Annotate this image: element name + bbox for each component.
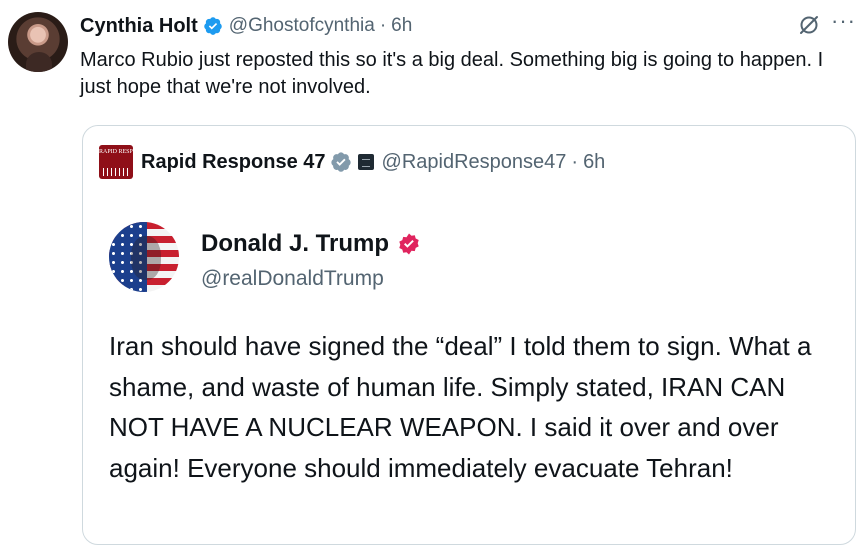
author-name[interactable]: Cynthia Holt	[80, 15, 198, 38]
gray-verified-badge-icon	[330, 152, 351, 172]
quoted-tweet-header: RAPID RESPONSE Rapid Response 47 @RapidR…	[99, 145, 605, 179]
rapid-response-logo[interactable]: RAPID RESPONSE	[99, 145, 149, 179]
tweet-actions-top: ···	[797, 10, 856, 37]
grok-icon[interactable]	[797, 13, 821, 37]
truth-post-author: Donald J. Trump	[201, 230, 421, 258]
logo-text: RAPID RESPONSE	[99, 149, 149, 155]
quoted-timestamp[interactable]: 6h	[583, 151, 605, 174]
separator-dot: ·	[571, 150, 579, 173]
quoted-tweet[interactable]: RAPID RESPONSE Rapid Response 47 @RapidR…	[82, 125, 856, 545]
author-handle[interactable]: @Ghostofcynthia	[229, 15, 375, 37]
separator-dot: ·	[379, 15, 387, 36]
truth-author-handle: @realDonaldTrump	[201, 267, 384, 290]
quoted-author-name[interactable]: Rapid Response 47	[141, 151, 326, 174]
verified-badge-icon	[204, 17, 222, 35]
quoted-author-handle[interactable]: @RapidResponse47	[382, 151, 567, 174]
truth-verified-badge-icon	[399, 233, 419, 255]
timestamp[interactable]: 6h	[391, 15, 412, 37]
tweet-text: Marco Rubio just reposted this so it's a…	[80, 49, 824, 98]
trump-avatar	[109, 222, 179, 292]
tweet-header: Cynthia Holt @Ghostofcynthia · 6h	[80, 13, 412, 39]
avatar[interactable]	[8, 12, 68, 72]
truth-author-name: Donald J. Trump	[201, 230, 390, 257]
affiliation-badge-icon[interactable]	[357, 154, 374, 170]
logo-columns	[103, 168, 129, 176]
more-icon[interactable]: ···	[831, 10, 856, 32]
truth-post-text: Iran should have signed the “deal” I tol…	[109, 331, 812, 483]
